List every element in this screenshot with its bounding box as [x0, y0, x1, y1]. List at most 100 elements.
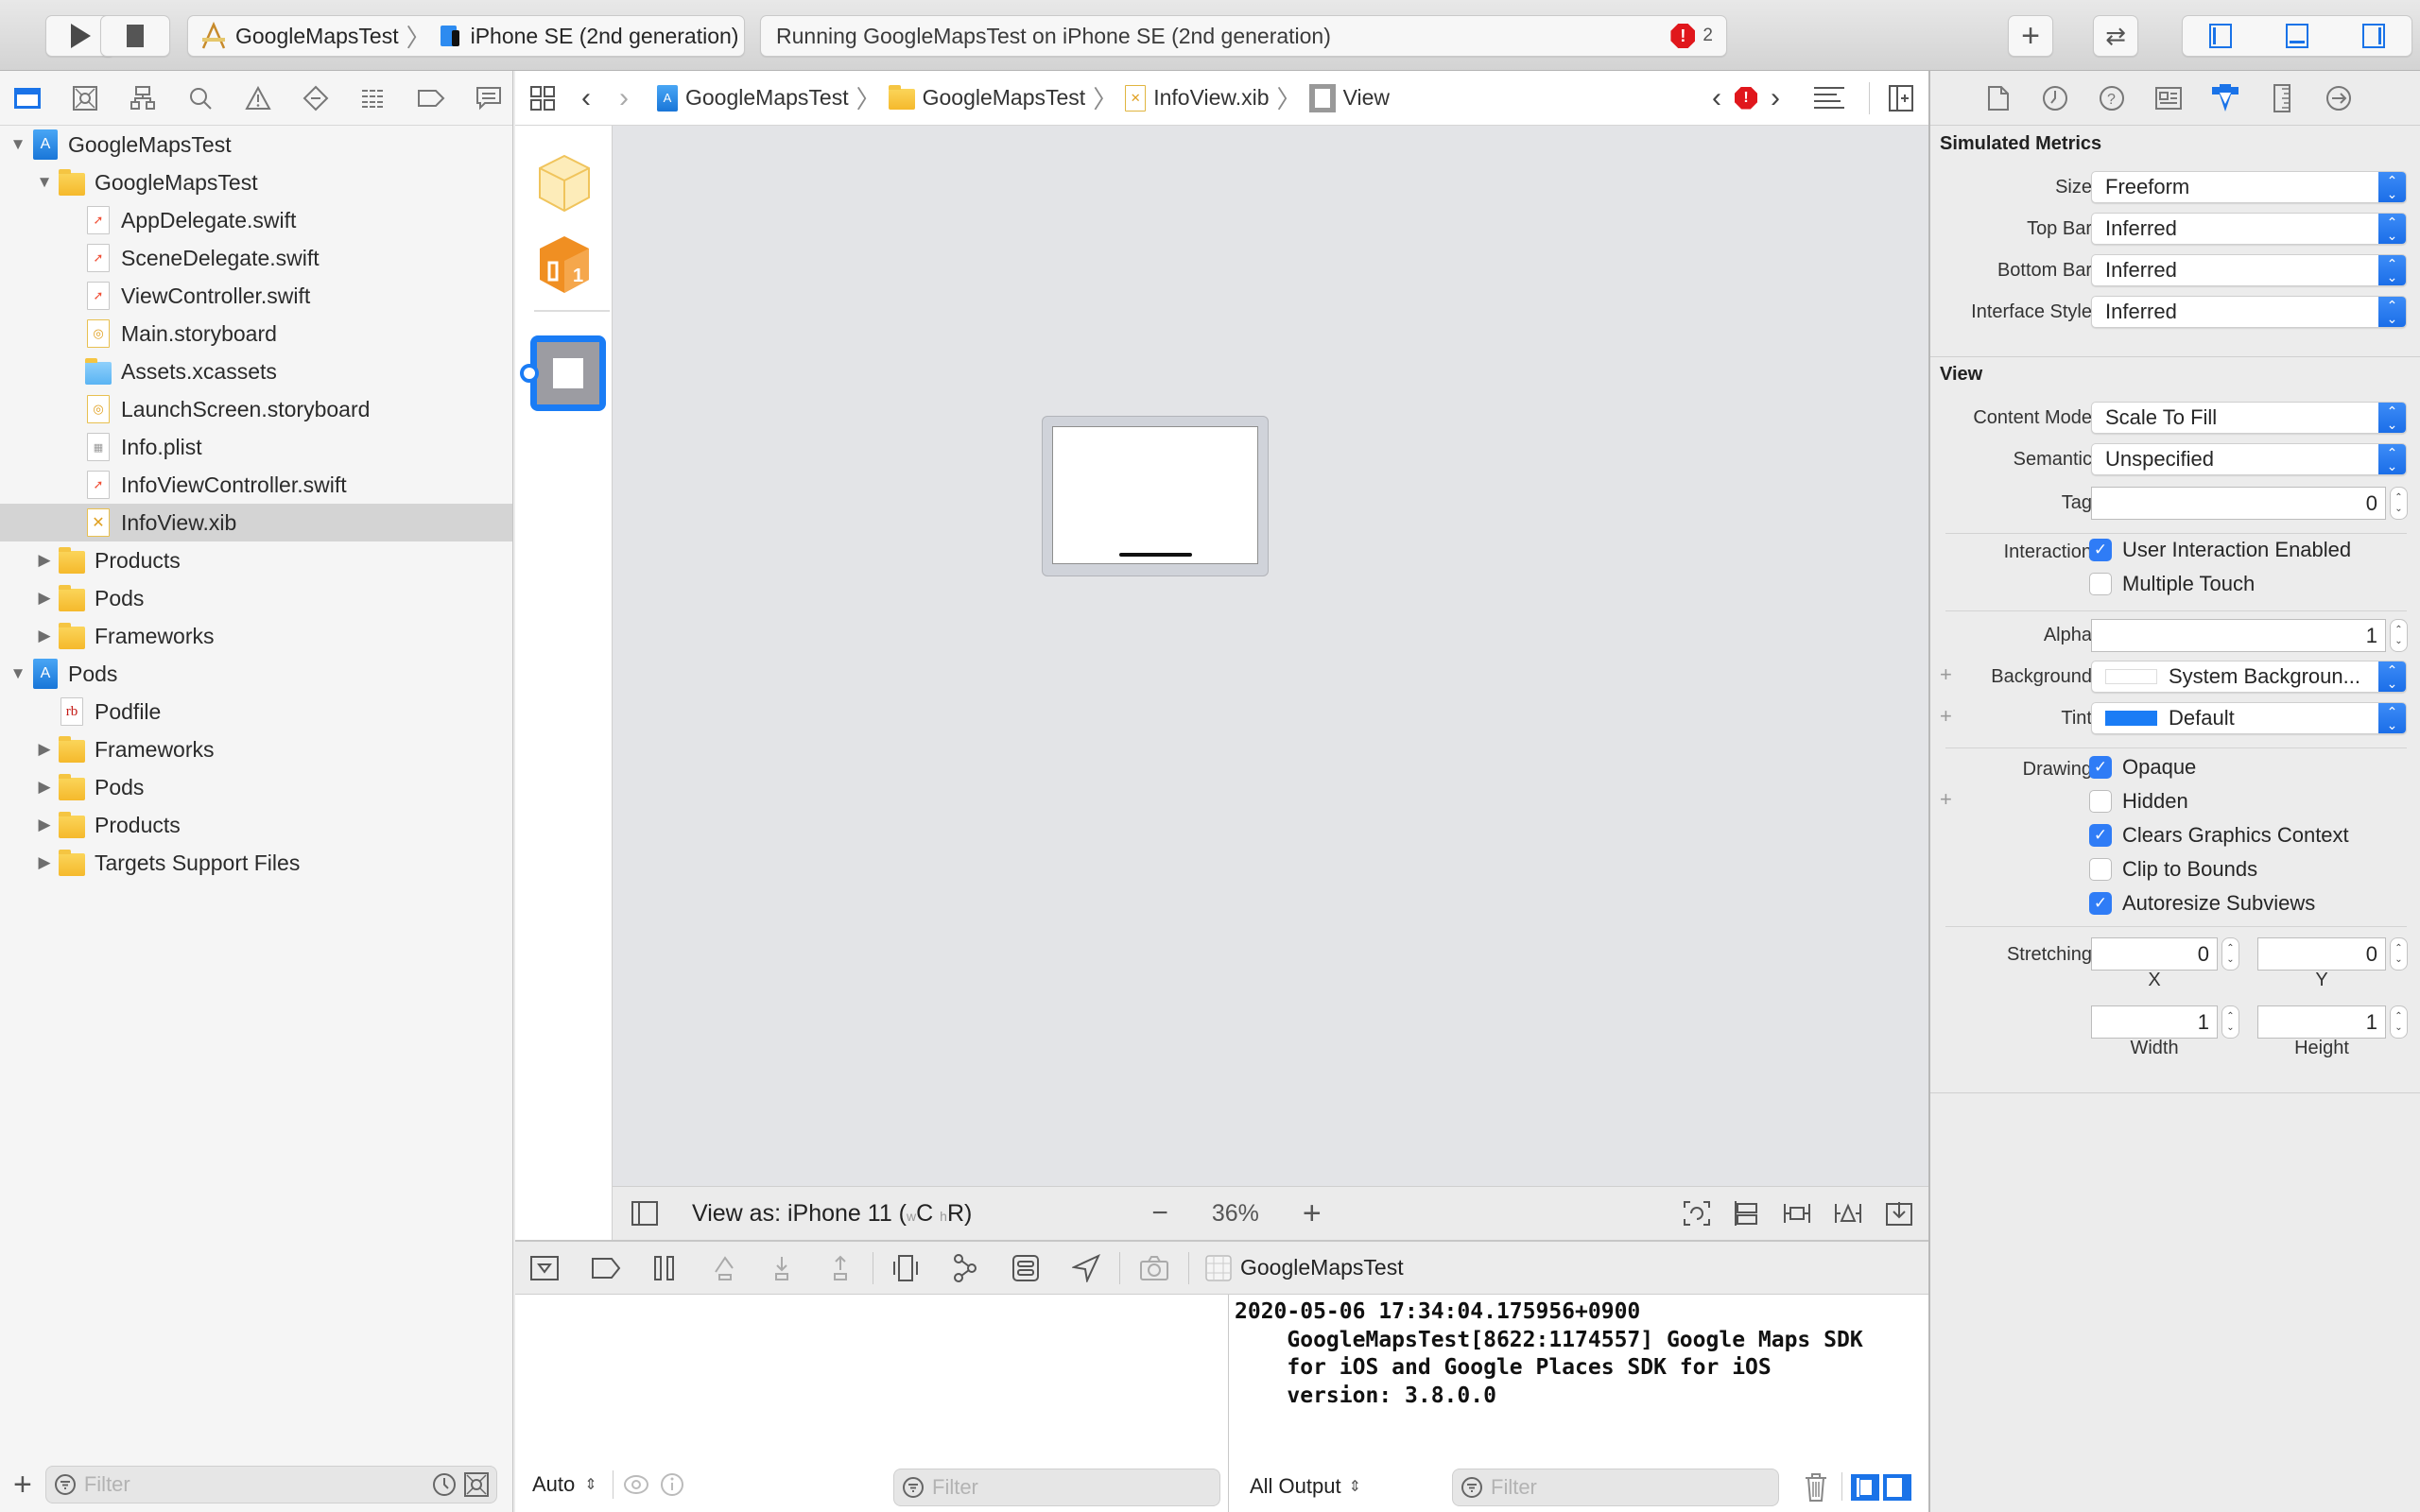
disclosure-closed-icon[interactable]: ▶ — [36, 627, 53, 645]
alpha-field[interactable]: 1 — [2091, 619, 2386, 652]
embed-in-stack-icon[interactable] — [1734, 1200, 1760, 1227]
disclosure-closed-icon[interactable]: ▶ — [36, 551, 53, 570]
error-icon[interactable]: ! — [1735, 86, 1757, 110]
source-control-filter-icon[interactable] — [463, 1472, 489, 1497]
size-popup[interactable]: Freeform ⌃ ⌄ — [2091, 171, 2407, 203]
output-filter-popup[interactable]: All Output — [1250, 1474, 1341, 1499]
variables-filter-field[interactable]: Filter — [893, 1469, 1220, 1506]
pause-icon[interactable] — [653, 1255, 676, 1281]
tree-item[interactable]: ▶ Frameworks — [0, 730, 512, 768]
bottom-bar-popup[interactable]: Inferred ⌃ ⌄ — [2091, 254, 2407, 286]
multiple-touch-checkbox[interactable] — [2089, 573, 2112, 595]
view-as-label[interactable]: View as: iPhone 11 (wC hR) — [692, 1200, 972, 1228]
memory-graph-icon[interactable] — [951, 1253, 979, 1283]
tag-stepper[interactable]: ⌃ ⌄ — [2390, 487, 2408, 520]
clip-to-bounds-checkbox[interactable] — [2089, 858, 2112, 881]
search-icon[interactable] — [186, 84, 215, 112]
add-file-plus-icon[interactable]: + — [13, 1469, 32, 1501]
stretch-height-field[interactable]: 1 — [2257, 1005, 2386, 1039]
view-debugger-icon[interactable] — [892, 1254, 919, 1282]
size-inspector-ruler-icon[interactable] — [2267, 83, 2297, 113]
disclosure-open-icon[interactable]: ▼ — [9, 664, 26, 683]
disclosure-closed-icon[interactable]: ▶ — [36, 778, 53, 797]
user-interaction-checkbox-row[interactable]: ✓ User Interaction Enabled — [2089, 538, 2351, 562]
related-items-grid-icon[interactable] — [530, 85, 555, 111]
alpha-stepper[interactable]: ⌃ ⌄ — [2390, 619, 2408, 652]
quick-look-eye-icon[interactable] — [623, 1471, 649, 1498]
update-frames-icon[interactable] — [1683, 1200, 1711, 1227]
tree-item[interactable]: ▶ Pods — [0, 579, 512, 617]
top-bar-popup[interactable]: Inferred ⌃ ⌄ — [2091, 213, 2407, 245]
interface-builder-canvas[interactable] — [613, 126, 1928, 1186]
breadcrumb-item[interactable]: GoogleMapsTest — [923, 85, 1086, 111]
tree-item[interactable]: ✕ InfoView.xib — [0, 504, 512, 541]
step-out-icon[interactable] — [829, 1255, 852, 1281]
disclosure-closed-icon[interactable]: ▶ — [36, 816, 53, 834]
breakpoints-toggle-icon[interactable] — [591, 1257, 621, 1280]
history-clock-icon[interactable] — [2040, 83, 2070, 113]
tree-item[interactable]: ▦ Info.plist — [0, 428, 512, 466]
breadcrumb-item[interactable]: View — [1343, 85, 1390, 111]
clears-graphics-checkbox-row[interactable]: ✓ Clears Graphics Context — [2089, 823, 2349, 848]
add-constraints-icon[interactable] — [1834, 1200, 1862, 1227]
scheme-name[interactable]: GoogleMapsTest — [235, 24, 399, 49]
background-color-popup[interactable]: System Backgroun... ⌃ ⌄ — [2091, 661, 2407, 693]
hidden-checkbox-row[interactable]: Hidden — [2089, 789, 2188, 814]
stop-button[interactable] — [100, 15, 170, 57]
connection-handle[interactable] — [520, 364, 539, 383]
user-interaction-checkbox[interactable]: ✓ — [2089, 539, 2112, 561]
view-content[interactable] — [1052, 426, 1258, 564]
hidden-checkbox[interactable] — [2089, 790, 2112, 813]
add-variation-plus-icon[interactable]: + — [1940, 662, 1952, 687]
stretch-y-stepper[interactable]: ⌃ ⌄ — [2390, 937, 2408, 971]
toggle-document-outline-icon[interactable] — [631, 1201, 658, 1226]
warning-icon[interactable] — [244, 84, 272, 112]
trash-icon[interactable] — [1804, 1472, 1828, 1503]
zoom-in-button[interactable]: + — [1303, 1195, 1322, 1232]
error-badge[interactable]: ! 2 — [1670, 24, 1713, 48]
simulate-location-icon[interactable] — [1072, 1253, 1100, 1282]
disclosure-open-icon[interactable]: ▼ — [36, 173, 53, 192]
tree-item[interactable]: ▼ A Pods — [0, 655, 512, 693]
view-object-selected[interactable] — [530, 335, 606, 411]
breadcrumb-item[interactable]: InfoView.xib — [1153, 85, 1269, 111]
view-scene-frame[interactable] — [1042, 416, 1269, 576]
debug-list-icon[interactable] — [359, 84, 388, 112]
folder-icon[interactable] — [13, 84, 42, 112]
test-diamond-icon[interactable] — [302, 84, 330, 112]
tree-item[interactable]: ▶ Products — [0, 806, 512, 844]
first-responder-cube-icon[interactable]: 1 — [537, 234, 592, 295]
quick-help-icon[interactable]: ? — [2097, 83, 2127, 113]
disclosure-open-icon[interactable]: ▼ — [9, 135, 26, 154]
connections-inspector-icon[interactable] — [2324, 83, 2354, 113]
opaque-checkbox-row[interactable]: ✓ Opaque — [2089, 755, 2196, 780]
add-variation-plus-icon[interactable]: + — [1940, 704, 1952, 729]
console-filter-field[interactable]: Filter — [1452, 1469, 1779, 1506]
stretch-height-stepper[interactable]: ⌃ ⌄ — [2390, 1005, 2408, 1039]
align-icon[interactable] — [1783, 1200, 1811, 1227]
show-console-view-icon[interactable] — [1883, 1474, 1911, 1501]
tree-item[interactable]: ➚ AppDelegate.swift — [0, 201, 512, 239]
console-output[interactable]: 2020-05-06 17:34:04.175956+0900 GoogleMa… — [1229, 1295, 1928, 1410]
tree-item[interactable]: rb Podfile — [0, 693, 512, 730]
multiple-touch-checkbox-row[interactable]: Multiple Touch — [2089, 572, 2255, 596]
tree-item[interactable]: ▶ Pods — [0, 768, 512, 806]
editor-options-lines-icon[interactable] — [1812, 86, 1846, 111]
stretch-x-stepper[interactable]: ⌃ ⌄ — [2221, 937, 2239, 971]
tree-item[interactable]: ▼ GoogleMapsTest — [0, 163, 512, 201]
disclosure-closed-icon[interactable]: ▶ — [36, 589, 53, 608]
tree-item[interactable]: ◎ Main.storyboard — [0, 315, 512, 352]
add-variation-plus-icon[interactable]: + — [1940, 787, 1952, 812]
back-chevron-icon[interactable]: ‹ — [581, 82, 591, 114]
toggle-debug-area-icon[interactable] — [2285, 24, 2308, 48]
code-review-button[interactable]: ⇄ — [2093, 15, 2138, 57]
files-owner-cube-icon[interactable] — [537, 154, 592, 213]
library-button[interactable]: + — [2008, 15, 2053, 57]
hide-debug-area-icon[interactable] — [530, 1255, 559, 1280]
previous-issue-icon[interactable]: ‹ — [1712, 82, 1721, 114]
toggle-inspector-icon[interactable] — [2361, 24, 2385, 48]
content-mode-popup[interactable]: Scale To Fill ⌃ ⌄ — [2091, 402, 2407, 434]
stretch-width-field[interactable]: 1 — [2091, 1005, 2218, 1039]
next-issue-icon[interactable]: › — [1771, 82, 1780, 114]
resolve-issues-icon[interactable] — [1885, 1200, 1913, 1227]
